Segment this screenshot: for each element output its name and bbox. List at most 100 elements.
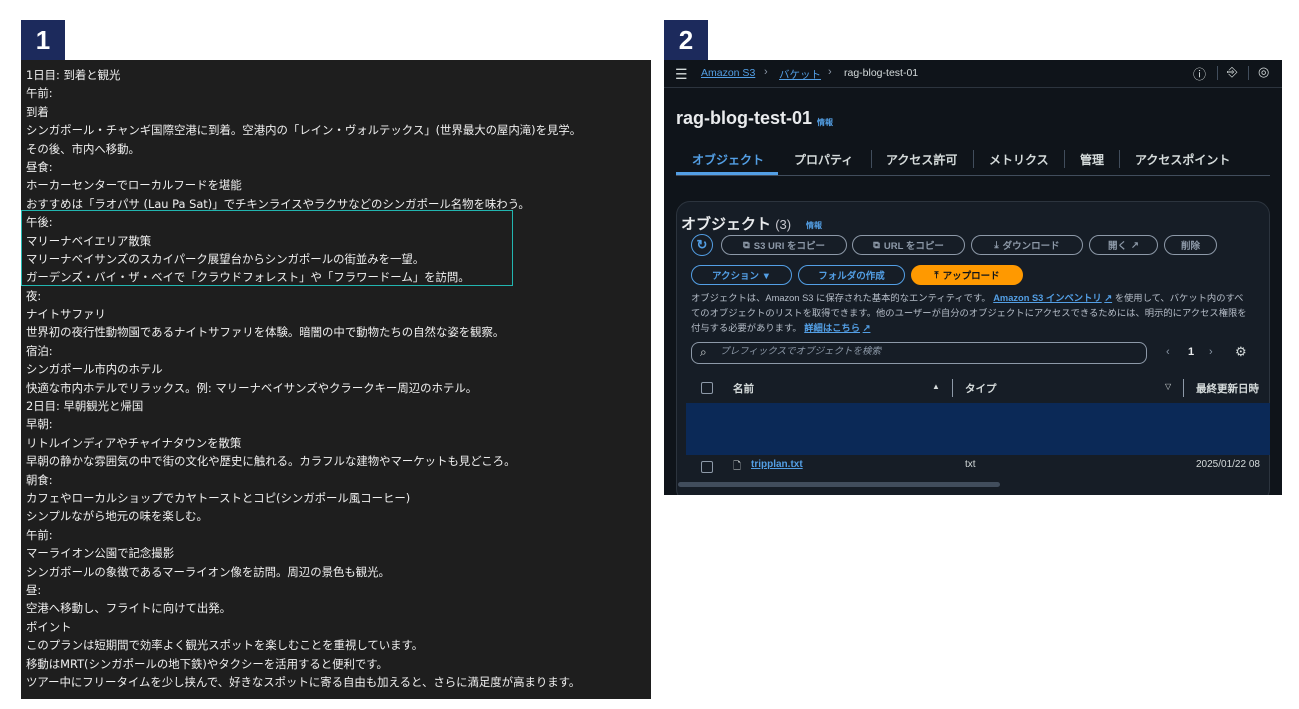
column-header-type[interactable]: タイプ: [965, 381, 997, 396]
search-box[interactable]: ⌕: [691, 342, 1147, 364]
delete-button[interactable]: 削除: [1164, 235, 1217, 255]
open-button[interactable]: 開く ↗: [1089, 235, 1158, 255]
divider: [871, 150, 872, 168]
text-line: 午前:: [26, 86, 53, 101]
learn-more-link[interactable]: 詳細はこちら: [804, 323, 860, 333]
external-link-icon: ↗: [1104, 293, 1113, 303]
text-line: ナイトサファリ: [26, 307, 106, 322]
upload-button[interactable]: ⤒ アップロード: [911, 265, 1023, 285]
object-name-link[interactable]: tripplan.txt: [751, 459, 803, 470]
column-divider[interactable]: [952, 379, 953, 397]
info-link[interactable]: 情報: [806, 220, 822, 231]
page-number[interactable]: 1: [1188, 346, 1194, 358]
create-folder-label: フォルダの作成: [818, 271, 885, 282]
divider: [1217, 66, 1218, 80]
delete-label: 削除: [1180, 241, 1200, 252]
text-line: 朝食:: [26, 472, 53, 487]
tab-management[interactable]: 管理: [1080, 151, 1104, 168]
breadcrumb-amazon-s3[interactable]: Amazon S3: [701, 67, 755, 79]
text-line: 早朝:: [26, 417, 53, 432]
text-line: 宿泊:: [26, 343, 53, 358]
copy-icon: ⧉: [873, 239, 880, 251]
highlighted-row: [686, 403, 1270, 455]
panel-toggle-icon[interactable]: ⎆: [1227, 64, 1237, 80]
file-icon: 🗋: [733, 461, 742, 472]
next-page-button[interactable]: ›: [1209, 346, 1213, 358]
text-line: 昼食:: [26, 159, 53, 174]
sort-asc-icon[interactable]: ▲: [932, 382, 940, 391]
objects-title-text: オブジェクト: [681, 216, 772, 233]
tab-bar: オブジェクト プロパティ アクセス許可 メトリクス 管理 アクセスポイント: [676, 147, 1270, 176]
tab-permissions[interactable]: アクセス許可: [886, 151, 957, 168]
objects-title: オブジェクト (3): [681, 213, 791, 234]
text-line: シンガポール市内のホテル: [26, 362, 163, 377]
text-line: 夜:: [26, 288, 42, 303]
tab-metrics[interactable]: メトリクス: [989, 151, 1049, 168]
copy-icon: ⧉: [742, 239, 750, 251]
external-link-icon: ↗: [862, 323, 871, 333]
horizontal-scrollbar[interactable]: [678, 482, 1000, 487]
text-line: このプランは短期間で効率よく観光スポットを楽しむことを重視しています。: [26, 638, 424, 653]
search-icon: ⌕: [700, 345, 707, 359]
refresh-button[interactable]: ↻: [691, 234, 713, 256]
select-all-checkbox[interactable]: [701, 382, 713, 394]
text-line: リトルインディアやチャイナタウンを散策: [26, 435, 242, 450]
tab-objects[interactable]: オブジェクト: [692, 151, 764, 168]
text-line: 到着: [26, 104, 49, 119]
table-header: 名前 ▲ タイプ ▽ 最終更新日時: [686, 376, 1270, 400]
objects-description: オブジェクトは、Amazon S3 に保存された基本的なエンティティです。 Am…: [691, 291, 1251, 336]
column-header-name[interactable]: 名前: [733, 381, 754, 396]
text-line: 昼:: [26, 582, 42, 597]
text-line: シンガポールの象徴であるマーライオン像を訪問。周辺の景色も観光。: [26, 564, 390, 579]
sort-desc-icon[interactable]: ▽: [1165, 382, 1171, 391]
description-text: オブジェクトは、Amazon S3 に保存された基本的なエンティティです。: [691, 293, 991, 303]
info-icon[interactable]: ⓘ: [1193, 64, 1206, 83]
divider: [973, 150, 974, 168]
text-content: 1日目: 到着と観光 午前: 到着 シンガポール・チャンギ国際空港に到着。空港内の「レ…: [26, 66, 581, 691]
panel-number-badge: 1: [21, 20, 65, 60]
actions-label: アクション ▼: [711, 271, 772, 282]
text-line: 移動はMRT(シンガポールの地下鉄)やタクシーを活用すると便利です。: [26, 656, 388, 671]
chevron-right-icon: ›: [764, 66, 768, 78]
external-link-icon: ↗: [1131, 239, 1139, 251]
create-folder-button[interactable]: フォルダの作成: [798, 265, 905, 285]
text-line: 快適な市内ホテルでリラックス。例: マリーナベイサンズやクラークキー周辺のホテル…: [26, 380, 478, 395]
copy-url-button[interactable]: ⧉ URL をコピー: [852, 235, 965, 255]
active-tab-indicator: [676, 172, 778, 175]
text-line: マーライオン公園で記念撮影: [26, 546, 175, 561]
object-last-modified: 2025/01/22 08: [1196, 459, 1260, 470]
info-link[interactable]: 情報: [817, 117, 833, 128]
breadcrumb-current: rag-blog-test-01: [844, 67, 919, 79]
download-button[interactable]: ⤓ ダウンロード: [971, 235, 1083, 255]
copy-url-label: URL をコピー: [883, 241, 944, 252]
upload-label: アップロード: [942, 271, 1000, 282]
prev-page-button[interactable]: ‹: [1166, 346, 1170, 358]
object-type: txt: [965, 459, 976, 470]
gear-icon[interactable]: ⚙: [1235, 344, 1247, 360]
panel-number-badge: 2: [664, 20, 708, 60]
page-title: rag-blog-test-01: [676, 108, 813, 128]
settings-icon[interactable]: ◎: [1258, 64, 1269, 80]
text-line: ポイント: [26, 619, 72, 634]
search-input[interactable]: [718, 345, 1142, 358]
tab-access-points[interactable]: アクセスポイント: [1135, 151, 1230, 168]
column-divider[interactable]: [1183, 379, 1184, 397]
divider: [1248, 66, 1249, 80]
table-row[interactable]: 🗋 tripplan.txt txt 2025/01/22 08: [686, 457, 1270, 477]
menu-icon[interactable]: ☰: [675, 66, 688, 83]
tab-properties[interactable]: プロパティ: [794, 151, 853, 168]
text-file-viewer: 1日目: 到着と観光 午前: 到着 シンガポール・チャンギ国際空港に到着。空港内の「レ…: [21, 60, 651, 699]
text-line: 午前:: [26, 527, 53, 542]
text-line: シンガポール・チャンギ国際空港に到着。空港内の「レイン・ヴォルテックス」(世界最…: [26, 123, 582, 138]
inventory-link[interactable]: Amazon S3 インベントリ: [993, 293, 1101, 303]
copy-s3-uri-label: S3 URI をコピー: [753, 241, 826, 252]
divider: [1119, 150, 1120, 168]
copy-s3-uri-button[interactable]: ⧉ S3 URI をコピー: [721, 235, 847, 255]
breadcrumb-buckets[interactable]: バケット: [779, 67, 821, 82]
column-header-last-modified[interactable]: 最終更新日時: [1196, 381, 1259, 396]
open-label: 開く: [1108, 241, 1128, 252]
text-line: カフェやローカルショップでカヤトーストとコピ(シンガポール風コーヒー): [26, 490, 411, 505]
actions-dropdown[interactable]: アクション ▼: [691, 265, 792, 285]
objects-count: (3): [775, 217, 792, 232]
row-checkbox[interactable]: [701, 461, 713, 473]
